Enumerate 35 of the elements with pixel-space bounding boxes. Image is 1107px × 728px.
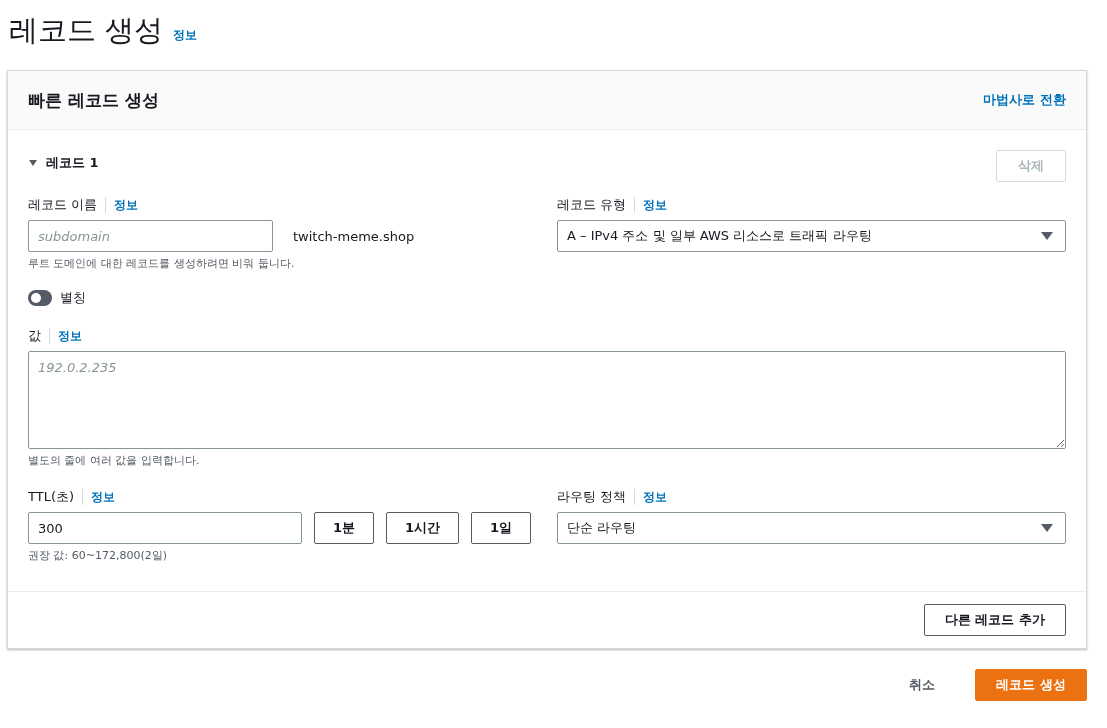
card-title: 빠른 레코드 생성 bbox=[28, 88, 159, 112]
domain-suffix: twitch-meme.shop bbox=[293, 228, 415, 244]
value-textarea[interactable]: 192.0.2.235 bbox=[28, 351, 1066, 449]
routing-policy-select[interactable]: 단순 라우팅 bbox=[557, 512, 1066, 544]
page-title: 레코드 생성 bbox=[9, 12, 164, 48]
field-label: 레코드 유형 bbox=[557, 196, 627, 214]
add-record-button[interactable]: 다른 레코드 추가 bbox=[923, 604, 1066, 636]
wizard-switch-link[interactable]: 마법사로 전환 bbox=[983, 91, 1066, 109]
alias-toggle[interactable] bbox=[28, 290, 52, 306]
field-hint: 권장 값: 60~172,800(2일) bbox=[28, 548, 168, 563]
info-link[interactable]: 정보 bbox=[173, 27, 198, 44]
field-hint: 루트 도메인에 대한 레코드를 생성하려면 비워 둡니다. bbox=[28, 256, 296, 271]
toggle-label: 별칭 bbox=[60, 289, 86, 307]
record-type-select[interactable]: A – IPv4 주소 및 일부 AWS 리소스로 트래픽 라우팅 bbox=[557, 220, 1066, 252]
field-label: 라우팅 정책 bbox=[557, 488, 627, 506]
dropdown-caret-icon bbox=[1041, 523, 1053, 533]
info-link[interactable]: 정보 bbox=[643, 488, 668, 506]
info-link[interactable]: 정보 bbox=[643, 196, 668, 214]
create-record-button[interactable]: 레코드 생성 bbox=[975, 669, 1087, 701]
ttl-input[interactable]: 300 bbox=[28, 512, 302, 544]
info-link[interactable]: 정보 bbox=[58, 327, 82, 345]
info-link[interactable]: 정보 bbox=[91, 488, 116, 506]
record-name-input[interactable]: subdomain bbox=[28, 220, 273, 252]
ttl-preset-button[interactable]: 1시간 bbox=[386, 512, 460, 544]
dropdown-caret-icon bbox=[1041, 231, 1053, 241]
collapse-caret-icon[interactable] bbox=[28, 158, 38, 168]
field-hint: 별도의 줄에 여러 값을 입력합니다. bbox=[28, 453, 201, 468]
field-label: TTL(초) bbox=[28, 488, 75, 506]
ttl-preset-button[interactable]: 1일 bbox=[471, 512, 532, 544]
ttl-preset-button[interactable]: 1분 bbox=[314, 512, 375, 544]
field-label: 값 bbox=[28, 327, 41, 345]
cancel-button[interactable]: 취소 bbox=[899, 676, 946, 694]
info-link[interactable]: 정보 bbox=[114, 196, 139, 214]
field-label: 레코드 이름 bbox=[28, 196, 98, 214]
record-title: 레코드 1 bbox=[46, 154, 99, 172]
